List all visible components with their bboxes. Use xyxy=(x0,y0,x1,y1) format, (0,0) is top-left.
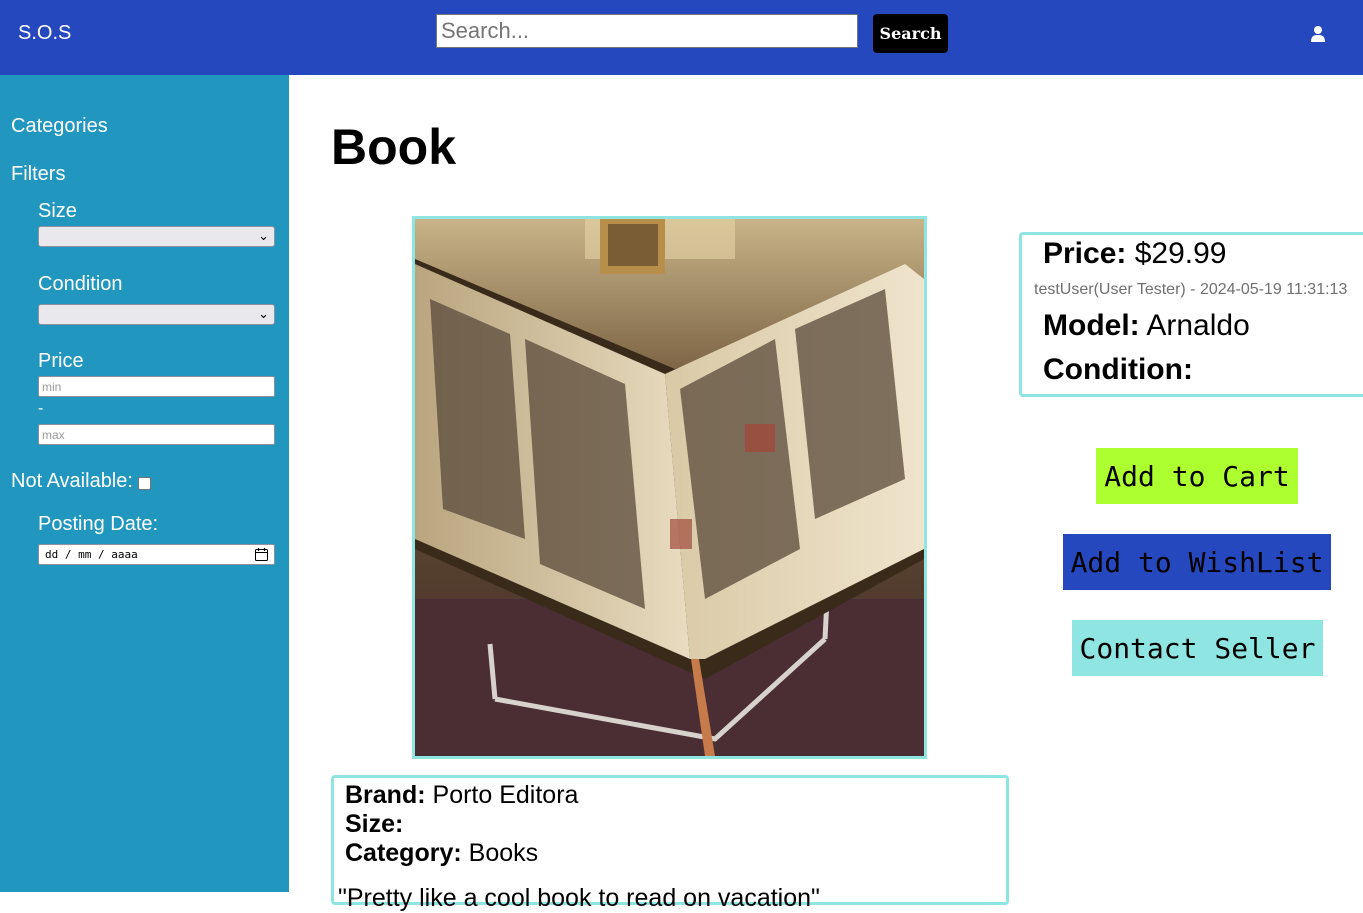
price-separator: - xyxy=(38,400,44,417)
brand-row: Brand: Porto Editora xyxy=(345,781,578,810)
model-row: Model: Arnaldo xyxy=(1043,309,1250,343)
chevron-down-icon: ⌄ xyxy=(258,228,269,243)
search-input[interactable] xyxy=(436,14,858,48)
product-description: "Pretty like a cool book to read on vaca… xyxy=(338,884,820,912)
size-detail-label: Size: xyxy=(345,810,404,838)
size-label: Size xyxy=(38,200,77,222)
add-to-wishlist-button[interactable]: Add to WishList xyxy=(1063,534,1331,590)
categories-link[interactable]: Categories xyxy=(11,115,108,138)
category-row: Category: Books xyxy=(345,839,538,868)
model-label: Model: xyxy=(1043,309,1140,342)
posting-date-placeholder: dd / mm / aaaa xyxy=(45,548,138,561)
price-info-box: Price: $29.99 testUser(User Tester) - 20… xyxy=(1019,232,1363,397)
contact-seller-button[interactable]: Contact Seller xyxy=(1072,620,1323,676)
filters-heading: Filters xyxy=(11,163,66,185)
size-select[interactable]: ⌄ xyxy=(38,226,275,247)
add-to-cart-button[interactable]: Add to Cart xyxy=(1096,448,1298,504)
product-details-box: Brand: Porto Editora Size: Category: Boo… xyxy=(331,775,1009,912)
posting-date-label: Posting Date: xyxy=(38,513,159,535)
posting-date-input[interactable]: dd / mm / aaaa xyxy=(38,544,275,565)
price-value: $29.99 xyxy=(1134,237,1227,270)
price-label: Price xyxy=(38,350,84,372)
category-value: Books xyxy=(468,839,539,867)
category-label: Category: xyxy=(345,839,462,867)
book-illustration xyxy=(415,219,924,756)
not-available-label: Not Available: xyxy=(11,470,133,492)
model-value: Arnaldo xyxy=(1146,309,1250,342)
top-navbar: S.O.S Search xyxy=(0,0,1363,75)
brand-value: Porto Editora xyxy=(432,781,579,809)
brand-label: Brand: xyxy=(345,781,426,809)
filter-sidebar: Categories Filters Size ⌄ Condition ⌄ Pr… xyxy=(0,75,289,892)
price-min-input[interactable] xyxy=(38,376,275,397)
search-button[interactable]: Search xyxy=(873,14,948,53)
price-row: Price: $29.99 xyxy=(1043,237,1227,271)
condition-label: Condition xyxy=(38,273,123,295)
not-available-checkbox[interactable] xyxy=(138,477,151,490)
user-icon[interactable] xyxy=(1310,25,1326,43)
price-max-input[interactable] xyxy=(38,424,275,445)
condition-label: Condition: xyxy=(1043,353,1193,386)
product-title: Book xyxy=(331,119,456,175)
chevron-down-icon: ⌄ xyxy=(258,306,269,321)
seller-info[interactable]: testUser(User Tester) - 2024-05-19 11:31… xyxy=(1034,281,1347,299)
calendar-icon[interactable] xyxy=(255,548,268,561)
product-image xyxy=(412,216,927,759)
size-row: Size: xyxy=(345,810,403,839)
condition-row: Condition: xyxy=(1043,353,1193,387)
price-label: Price: xyxy=(1043,237,1127,270)
condition-select[interactable]: ⌄ xyxy=(38,304,275,325)
brand-logo[interactable]: S.O.S xyxy=(18,22,71,45)
